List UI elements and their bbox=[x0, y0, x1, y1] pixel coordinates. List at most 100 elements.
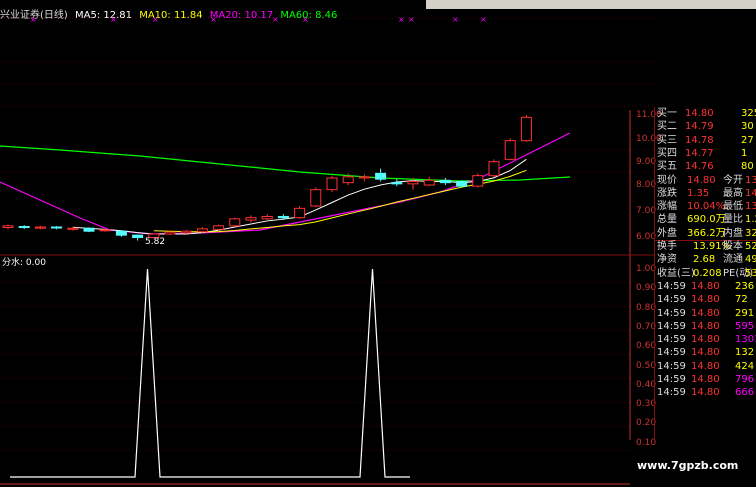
stat-row[interactable]: 换手13.91%股本52.0 bbox=[657, 240, 756, 253]
tick-price: 14.80 bbox=[691, 374, 720, 385]
tick-row[interactable]: 14:59 14.80 236 bbox=[657, 280, 756, 293]
stat-key: 量比 bbox=[723, 214, 743, 226]
stat-key: 换手 bbox=[657, 241, 677, 252]
stat-row[interactable]: 总量 690.0万量比1.2 bbox=[657, 213, 756, 226]
bid-label: 买二 bbox=[657, 121, 677, 133]
stat-value: 690.0万 bbox=[687, 214, 726, 226]
candle-body bbox=[488, 161, 500, 177]
tick-volume: 72 bbox=[735, 294, 748, 306]
bid-row[interactable]: 买五 14.76 80 bbox=[657, 160, 756, 173]
tick-price: 14.80 bbox=[691, 360, 720, 372]
tick-time: 14:59 bbox=[657, 280, 686, 292]
tick-row[interactable]: 14:59 14.80 796 bbox=[657, 373, 756, 386]
candle bbox=[326, 175, 338, 192]
stat-key: 涨幅 bbox=[657, 201, 677, 213]
tick-row[interactable]: 14:59 14.80 666 bbox=[657, 386, 756, 399]
tick-row[interactable]: 14:59 14.80 132 bbox=[657, 346, 756, 359]
candle bbox=[83, 227, 95, 233]
candle-body bbox=[261, 216, 273, 220]
oscillator-label: 分水: 0.00 bbox=[2, 258, 46, 268]
stat-key: 收益(三) bbox=[657, 267, 695, 279]
candle bbox=[488, 159, 500, 177]
stat-row[interactable]: 涨跌 1.35 最高14.8 bbox=[657, 187, 756, 200]
tick-time: 14:59 bbox=[657, 294, 686, 306]
stat-key: 最低 bbox=[723, 201, 743, 213]
bid-row[interactable]: 买三 14.78 27 bbox=[657, 134, 756, 147]
stat-key: 今开 bbox=[723, 174, 743, 186]
candle bbox=[375, 168, 387, 182]
stat-value: 13.7 bbox=[745, 174, 756, 186]
candle-body bbox=[67, 227, 79, 230]
bid-price: 14.77 bbox=[685, 147, 714, 159]
tick-volume: 1301 bbox=[735, 334, 756, 346]
stat-row[interactable]: 收益(三) 0.208 PE(动) 53 bbox=[657, 267, 756, 280]
top-marker: × bbox=[30, 15, 37, 24]
stat-row[interactable]: 净资 2.68 流通49.6 bbox=[657, 253, 756, 266]
candle-body bbox=[83, 227, 95, 232]
tick-price: 14.80 bbox=[691, 307, 720, 319]
candle-body bbox=[294, 207, 306, 219]
tick-time: 14:59 bbox=[657, 360, 686, 372]
bid-volume: 1 bbox=[741, 147, 748, 159]
top-marker: × bbox=[302, 15, 309, 24]
candle bbox=[423, 176, 435, 187]
top-marker: × bbox=[398, 15, 405, 24]
candle-body bbox=[375, 172, 387, 180]
candle-body bbox=[180, 230, 192, 234]
candle bbox=[456, 180, 468, 188]
stat-value: 0.208 bbox=[693, 267, 722, 279]
tick-price: 14.80 bbox=[691, 347, 720, 359]
stat-value: 1.35 bbox=[687, 187, 710, 199]
tick-row[interactable]: 14:59 14.80 72 bbox=[657, 293, 756, 306]
candle bbox=[132, 234, 144, 241]
stat-value: 49.6 bbox=[745, 254, 756, 266]
candle-body bbox=[504, 140, 516, 160]
oscillator-chart[interactable] bbox=[0, 262, 654, 487]
stat-row[interactable]: 外盘 366.2万内盘323.8 bbox=[657, 227, 756, 240]
bid-volume: 27 bbox=[741, 134, 754, 146]
bid-label: 买四 bbox=[657, 147, 677, 159]
osc-series-line bbox=[10, 268, 410, 478]
tick-time: 14:59 bbox=[657, 374, 686, 385]
candle-body bbox=[2, 225, 14, 228]
candle bbox=[229, 217, 241, 227]
tick-price: 14.80 bbox=[691, 294, 720, 306]
tick-row[interactable]: 14:59 14.80 595 bbox=[657, 320, 756, 333]
candle-body bbox=[391, 182, 403, 185]
candle bbox=[164, 231, 176, 236]
stat-key: 流通 bbox=[723, 254, 743, 266]
bid-price: 14.79 bbox=[685, 121, 714, 133]
candlestick-chart[interactable]: × × × × × × × × × ×5.82 bbox=[0, 0, 654, 262]
candle-body bbox=[277, 216, 289, 219]
candle-body bbox=[34, 226, 46, 229]
tick-row[interactable]: 14:59 14.80 1301 bbox=[657, 333, 756, 346]
tick-row[interactable]: 14:59 14.80 424 bbox=[657, 360, 756, 373]
tick-volume: 595 bbox=[735, 320, 755, 332]
candle bbox=[520, 115, 532, 142]
candle bbox=[472, 173, 484, 188]
candle-body bbox=[51, 226, 63, 229]
bid-price: 14.76 bbox=[685, 161, 714, 173]
candle bbox=[439, 178, 451, 185]
stat-value: 2.68 bbox=[693, 254, 716, 266]
candle bbox=[504, 138, 516, 161]
candle-body bbox=[115, 230, 127, 236]
stat-row[interactable]: 涨幅 10.04%最低13.6 bbox=[657, 200, 756, 213]
stat-value: 14.80 bbox=[687, 174, 716, 186]
stat-value: 1.2 bbox=[745, 214, 756, 226]
tick-row[interactable]: 14:59 14.80 291 bbox=[657, 307, 756, 320]
tick-volume: 236 bbox=[735, 280, 755, 292]
candle-body bbox=[196, 228, 208, 233]
top-marker: × bbox=[110, 15, 117, 24]
tick-price: 14.80 bbox=[691, 387, 720, 399]
bid-price: 14.80 bbox=[685, 108, 714, 119]
stat-value: 53 bbox=[745, 267, 756, 279]
low-price-marker: 5.82 bbox=[145, 237, 165, 247]
top-marker: × bbox=[408, 15, 415, 24]
stat-value: 10.04% bbox=[687, 201, 726, 213]
bid-row[interactable]: 买一 14.80 3259 bbox=[657, 107, 756, 120]
bid-volume: 80 bbox=[741, 161, 754, 173]
bid-row[interactable]: 买二 14.79 30 bbox=[657, 120, 756, 133]
bid-row[interactable]: 买四 14.77 1 bbox=[657, 147, 756, 160]
stat-row[interactable]: 现价 14.80 今开13.7 bbox=[657, 174, 756, 187]
